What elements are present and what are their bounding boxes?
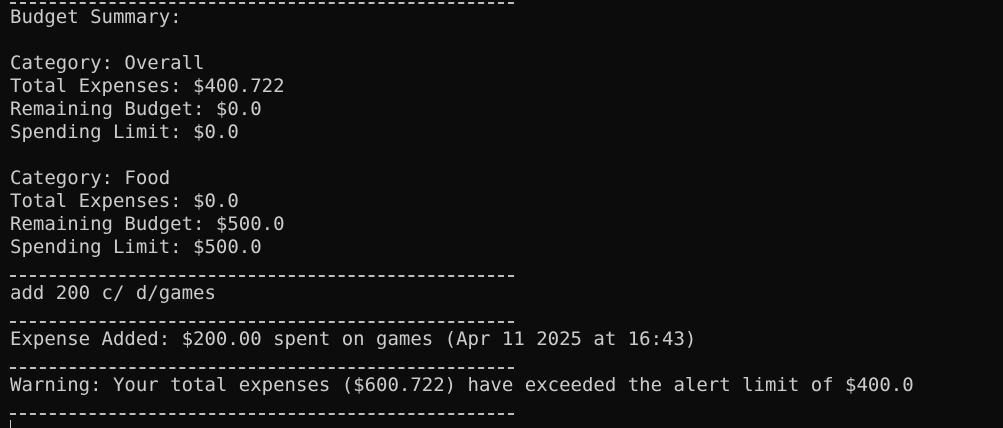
separator-line: [10, 321, 514, 323]
food-spending-limit-line: Spending Limit: $500.0: [10, 236, 262, 258]
separator-line: [10, 275, 514, 277]
food-remaining-budget-line: Remaining Budget: $500.0: [10, 213, 285, 235]
overall-spending-limit-line: Spending Limit: $0.0: [10, 121, 239, 143]
separator-line: [10, 2, 514, 4]
overall-remaining-budget-line: Remaining Budget: $0.0: [10, 98, 262, 120]
food-category-line: Category: Food: [10, 167, 171, 189]
budget-summary-header: Budget Summary:: [10, 6, 182, 28]
overall-total-expenses-line: Total Expenses: $400.722: [10, 75, 285, 97]
command-input-line: add 200 c/ d/games: [10, 282, 216, 304]
terminal-window[interactable]: Budget Summary: Category: Overall Total …: [0, 0, 1003, 428]
food-total-expenses-line: Total Expenses: $0.0: [10, 190, 239, 212]
text-cursor: [10, 420, 11, 428]
overall-category-line: Category: Overall: [10, 52, 205, 74]
separator-line: [10, 367, 514, 369]
expense-added-message: Expense Added: $200.00 spent on games (A…: [10, 328, 697, 350]
separator-line: [10, 413, 514, 415]
warning-message: Warning: Your total expenses ($600.722) …: [10, 374, 914, 396]
